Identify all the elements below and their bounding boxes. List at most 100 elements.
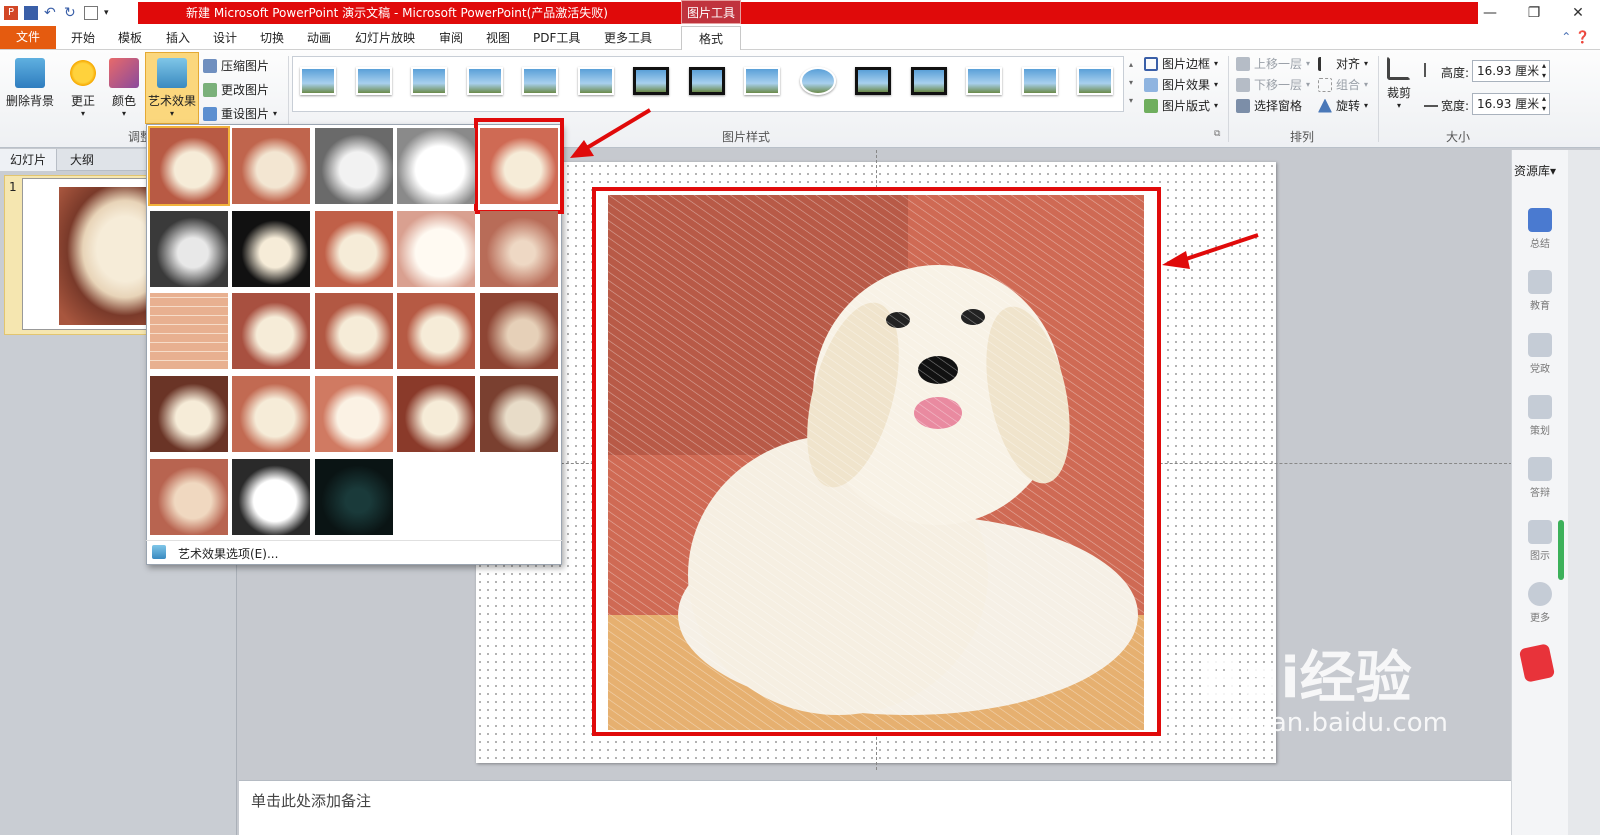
selection-pane-button[interactable]: 选择窗格 bbox=[1236, 97, 1302, 114]
tab-insert[interactable]: 插入 bbox=[166, 26, 190, 50]
artistic-effect-13[interactable] bbox=[315, 293, 393, 369]
artistic-effect-3[interactable] bbox=[315, 128, 393, 204]
picture-effects-icon bbox=[1144, 77, 1158, 92]
artistic-effect-12[interactable] bbox=[232, 293, 310, 369]
width-input[interactable]: 16.93 厘米 ▴ ▾ bbox=[1472, 93, 1550, 115]
picture-style-12[interactable] bbox=[911, 67, 947, 95]
help-icon[interactable]: ⌃ ❓ bbox=[1561, 30, 1590, 44]
artistic-effect-22[interactable] bbox=[232, 459, 310, 535]
artistic-effect-2[interactable] bbox=[232, 128, 310, 204]
resource-planning[interactable]: 策划 bbox=[1518, 395, 1562, 437]
align-button[interactable]: 对齐 ▾ bbox=[1318, 55, 1368, 72]
tab-review[interactable]: 审阅 bbox=[439, 26, 463, 50]
panel-scrollbar[interactable] bbox=[1558, 520, 1564, 580]
artistic-effect-15[interactable] bbox=[480, 293, 558, 369]
artistic-effect-6[interactable] bbox=[150, 211, 228, 287]
tab-view[interactable]: 视图 bbox=[486, 26, 510, 50]
artistic-effects-options-label[interactable]: 艺术效果选项(E)... bbox=[178, 545, 278, 562]
tab-file[interactable]: 文件 bbox=[0, 26, 56, 49]
artistic-effect-14[interactable] bbox=[397, 293, 475, 369]
resource-summary[interactable]: 总结 bbox=[1518, 208, 1562, 250]
picture-style-9[interactable] bbox=[744, 67, 780, 95]
color-button[interactable]: 颜色 ▾ bbox=[104, 58, 144, 118]
tab-animations[interactable]: 动画 bbox=[307, 26, 331, 50]
restore-icon[interactable]: ❐ bbox=[1512, 0, 1556, 26]
change-picture-icon bbox=[203, 82, 217, 97]
artistic-effect-9[interactable] bbox=[397, 211, 475, 287]
resource-education[interactable]: 教育 bbox=[1518, 270, 1562, 312]
tab-transitions[interactable]: 切换 bbox=[260, 26, 284, 50]
resource-diagram[interactable]: 图示 bbox=[1518, 520, 1562, 562]
pointer-arrow-1 bbox=[570, 108, 652, 158]
height-input[interactable]: 16.93 厘米 ▴ ▾ bbox=[1472, 60, 1550, 82]
artistic-effect-1[interactable] bbox=[148, 126, 230, 206]
redo-icon[interactable]: ↻ bbox=[64, 6, 78, 20]
bring-forward-button[interactable]: 上移一层 ▾ bbox=[1236, 55, 1310, 72]
picture-style-7[interactable] bbox=[633, 67, 669, 95]
artistic-effect-23[interactable] bbox=[315, 459, 393, 535]
artistic-effect-18[interactable] bbox=[315, 376, 393, 452]
artistic-effect-20[interactable] bbox=[480, 376, 558, 452]
artistic-effects-button[interactable]: 艺术效果 ▾ bbox=[145, 52, 199, 124]
resource-defense[interactable]: 答辩 bbox=[1518, 457, 1562, 499]
party-icon bbox=[1528, 333, 1552, 357]
tab-outline[interactable]: 大纲 bbox=[60, 149, 104, 171]
artistic-effect-17[interactable] bbox=[232, 376, 310, 452]
tab-pdf-tools[interactable]: PDF工具 bbox=[533, 26, 580, 50]
tab-more-tools[interactable]: 更多工具 bbox=[604, 26, 652, 50]
save-icon[interactable] bbox=[24, 6, 38, 20]
customize-qat-icon[interactable]: ▾ bbox=[104, 6, 118, 20]
artistic-effect-10[interactable] bbox=[480, 211, 558, 287]
tab-template[interactable]: 模板 bbox=[118, 26, 142, 50]
picture-style-2[interactable] bbox=[356, 67, 392, 95]
send-backward-button[interactable]: 下移一层 ▾ bbox=[1236, 76, 1310, 93]
picture-style-8[interactable] bbox=[689, 67, 725, 95]
tab-slides[interactable]: 幻灯片 bbox=[0, 149, 58, 171]
picture-style-15[interactable] bbox=[1077, 67, 1113, 95]
picture-style-10[interactable] bbox=[800, 67, 836, 95]
minimize-icon[interactable]: — bbox=[1468, 0, 1512, 26]
picture-layout-button[interactable]: 图片版式 ▾ bbox=[1144, 97, 1218, 114]
change-picture-button[interactable]: 更改图片 bbox=[203, 81, 269, 98]
picture-style-3[interactable] bbox=[411, 67, 447, 95]
tab-format[interactable]: 格式 bbox=[681, 26, 741, 51]
resource-more[interactable]: 更多 bbox=[1518, 582, 1562, 624]
artistic-effect-19[interactable] bbox=[397, 376, 475, 452]
artistic-effect-8[interactable] bbox=[315, 211, 393, 287]
undo-icon[interactable]: ↶ bbox=[44, 6, 58, 20]
picture-style-1[interactable] bbox=[300, 67, 336, 95]
artistic-effect-4[interactable] bbox=[397, 128, 475, 204]
picture-style-11[interactable] bbox=[855, 67, 891, 95]
picture-border-button[interactable]: 图片边框 ▾ bbox=[1144, 55, 1218, 72]
resource-panel-title[interactable]: 资源库▾ bbox=[1514, 162, 1556, 179]
corrections-button[interactable]: 更正 ▾ bbox=[62, 58, 104, 118]
picture-style-6[interactable] bbox=[578, 67, 614, 95]
reset-picture-button[interactable]: 重设图片 ▾ bbox=[203, 105, 277, 122]
tab-slideshow[interactable]: 幻灯片放映 bbox=[355, 26, 415, 50]
dialog-launcher-icon[interactable]: ⧉ bbox=[1214, 129, 1220, 139]
picture-style-13[interactable] bbox=[966, 67, 1002, 95]
artistic-effect-7[interactable] bbox=[232, 211, 310, 287]
picture-style-4[interactable] bbox=[467, 67, 503, 95]
new-slide-icon[interactable] bbox=[84, 6, 98, 20]
artistic-effect-16[interactable] bbox=[150, 376, 228, 452]
crop-button[interactable]: 裁剪 ▾ bbox=[1382, 56, 1416, 110]
compress-pictures-button[interactable]: 压缩图片 bbox=[203, 57, 269, 74]
picture-style-5[interactable] bbox=[522, 67, 558, 95]
artistic-effect-21[interactable] bbox=[150, 459, 228, 535]
close-icon[interactable]: ✕ bbox=[1556, 0, 1600, 26]
gallery-scroll-icon[interactable]: ▴ ▾ ▾ bbox=[1124, 56, 1138, 112]
tab-design[interactable]: 设计 bbox=[213, 26, 237, 50]
artistic-effect-11[interactable] bbox=[150, 293, 228, 369]
remove-background-button[interactable]: 删除背景 bbox=[4, 58, 56, 109]
group-button[interactable]: 组合 ▾ bbox=[1318, 76, 1368, 93]
dog-picture[interactable] bbox=[608, 195, 1144, 730]
artistic-effect-5[interactable] bbox=[480, 128, 558, 204]
rotate-button[interactable]: 旋转 ▾ bbox=[1318, 97, 1368, 114]
planning-icon bbox=[1528, 395, 1552, 419]
picture-style-14[interactable] bbox=[1022, 67, 1058, 95]
notes-pane[interactable] bbox=[239, 780, 1511, 835]
picture-effects-button[interactable]: 图片效果 ▾ bbox=[1144, 76, 1218, 93]
resource-party[interactable]: 党政 bbox=[1518, 333, 1562, 375]
tab-home[interactable]: 开始 bbox=[71, 26, 95, 50]
